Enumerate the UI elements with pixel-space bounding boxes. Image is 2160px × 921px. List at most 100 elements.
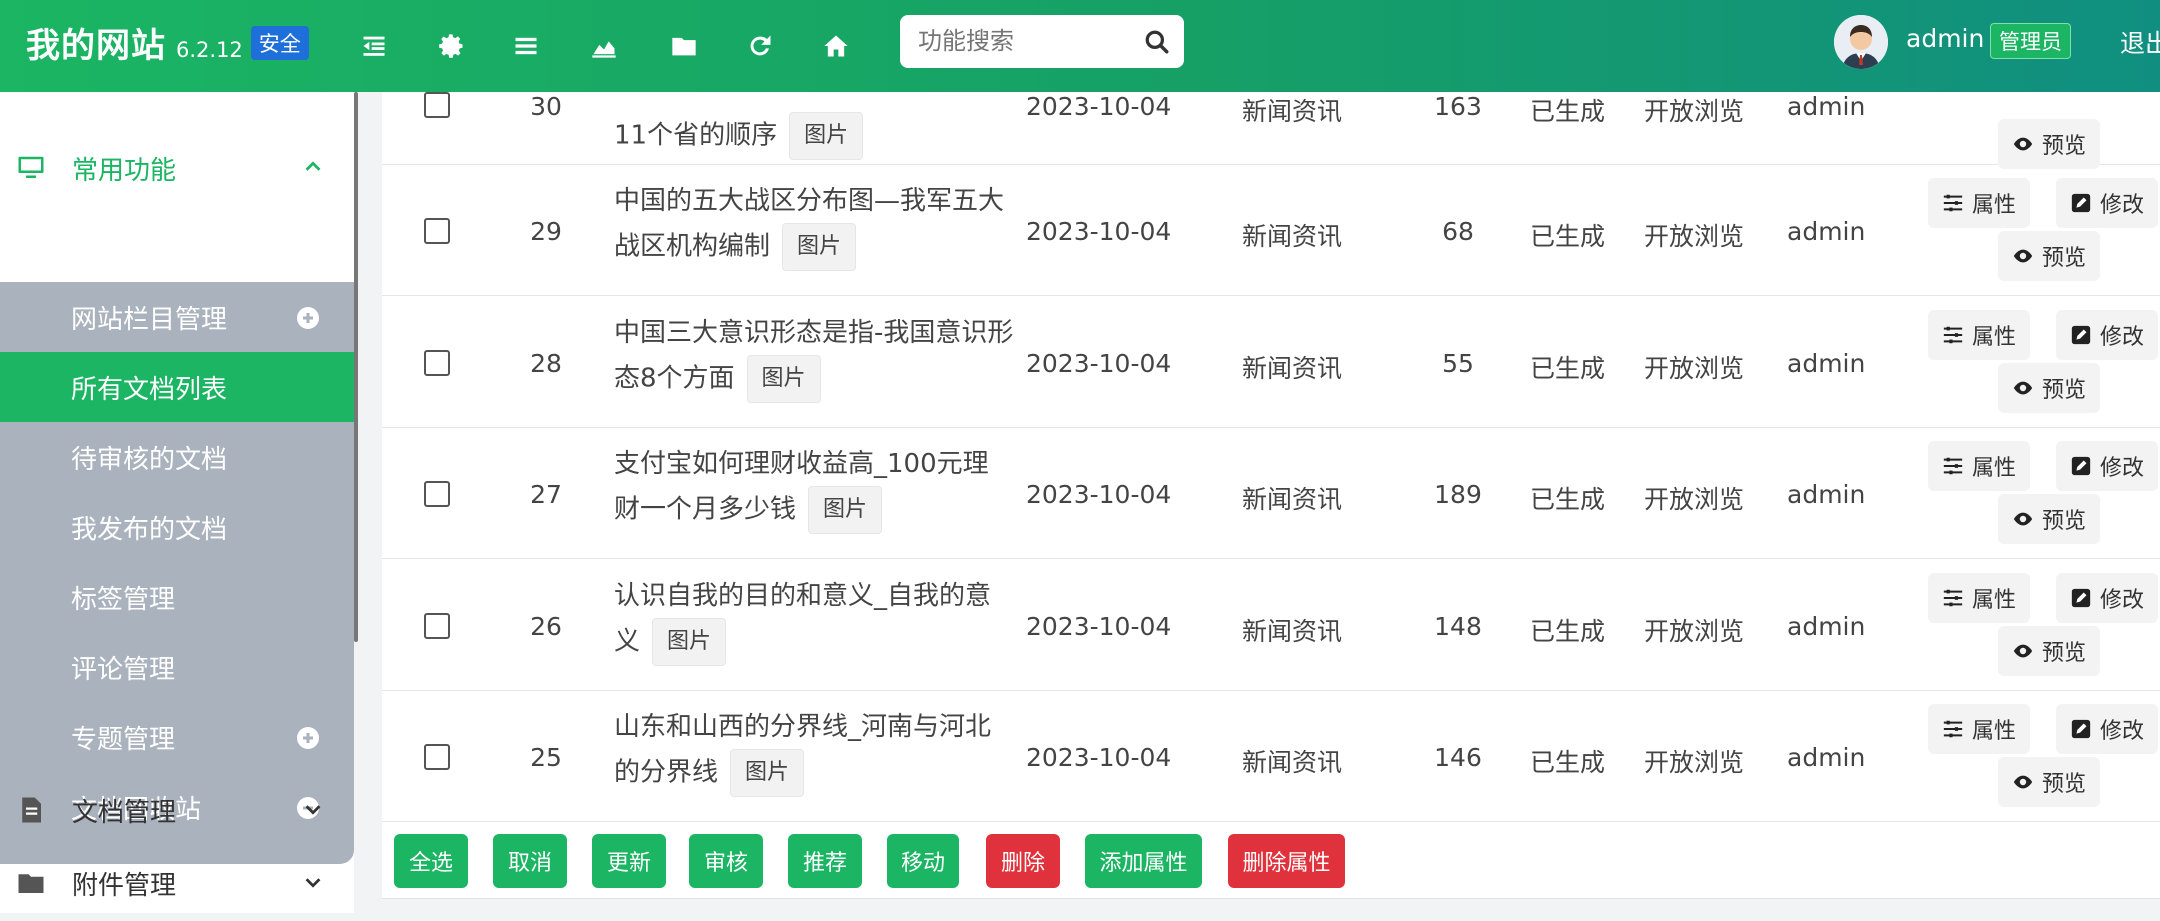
attribute-button[interactable]: 属性 xyxy=(1928,178,2031,228)
edit-button[interactable]: 修改 xyxy=(2056,441,2159,491)
preview-button[interactable]: 预览 xyxy=(1998,494,2101,544)
preview-button[interactable]: 预览 xyxy=(1998,363,2101,413)
row-checkbox[interactable] xyxy=(424,613,450,639)
preview-button[interactable]: 预览 xyxy=(1998,626,2101,676)
doc-category[interactable]: 新闻资讯 xyxy=(1242,349,1342,385)
doc-author: admin xyxy=(1787,612,1866,641)
doc-category[interactable]: 新闻资讯 xyxy=(1242,480,1342,516)
doc-access: 开放浏览 xyxy=(1644,485,1745,514)
plus-circle-icon[interactable] xyxy=(296,726,320,750)
doc-status: 已生成 xyxy=(1530,485,1606,514)
table-row: 29 中国的五大战区分布图—我军五大战区机构编制 图片 2023-10-04 新闻… xyxy=(382,165,2160,296)
select-all-button[interactable]: 全选 xyxy=(394,834,468,888)
preview-button[interactable]: 预览 xyxy=(1998,119,2101,169)
row-checkbox[interactable] xyxy=(424,350,450,376)
sidebar-item-tags[interactable]: 标签管理 xyxy=(0,562,354,632)
update-button[interactable]: 更新 xyxy=(592,834,666,888)
doc-status: 已生成 xyxy=(1530,748,1606,777)
row-checkbox[interactable] xyxy=(424,92,450,118)
doc-access: 开放浏览 xyxy=(1644,97,1745,126)
site-name[interactable]: 我的网站 xyxy=(26,18,166,67)
doc-title[interactable]: 山东和山西的分界线_河南与河北的分界线 图片 xyxy=(614,705,1014,797)
attribute-button[interactable]: 属性 xyxy=(1928,704,2031,754)
sidebar-item-my-docs[interactable]: 我发布的文档 xyxy=(0,492,354,562)
chevron-down-icon xyxy=(305,878,321,888)
edit-button[interactable]: 修改 xyxy=(2056,704,2159,754)
doc-author: admin xyxy=(1787,217,1866,246)
delete-button[interactable]: 删除 xyxy=(986,834,1060,888)
attribute-label: 属性 xyxy=(1972,588,2017,613)
doc-id: 29 xyxy=(530,217,562,246)
sidebar-item-comments[interactable]: 评论管理 xyxy=(0,632,354,702)
document-table: 30 11个省的顺序 图片 2023-10-04 新闻资讯 163 已生成 开放浏… xyxy=(382,92,2160,913)
sliders-icon xyxy=(1943,720,1963,738)
recommend-button[interactable]: 推荐 xyxy=(788,834,862,888)
edit-button[interactable]: 修改 xyxy=(2056,178,2159,228)
move-button[interactable]: 移动 xyxy=(887,834,959,888)
sidebar-group-attachments[interactable]: 附件管理 xyxy=(0,845,354,921)
preview-button[interactable]: 预览 xyxy=(1998,757,2101,807)
sidebar-item-label: 网站栏目管理 xyxy=(71,304,228,335)
doc-status: 已生成 xyxy=(1530,97,1606,126)
doc-title[interactable]: 中国三大意识形态是指-我国意识形态8个方面 图片 xyxy=(614,311,1014,403)
doc-id: 26 xyxy=(530,612,562,641)
attribute-label: 属性 xyxy=(1972,193,2017,218)
sidebar-item-topics[interactable]: 专题管理 xyxy=(0,702,354,772)
doc-access: 开放浏览 xyxy=(1644,222,1745,251)
review-button[interactable]: 审核 xyxy=(689,834,763,888)
sidebar-scrollbar[interactable] xyxy=(354,92,358,642)
add-attribute-button[interactable]: 添加属性 xyxy=(1085,834,1202,888)
attribute-button[interactable]: 属性 xyxy=(1928,573,2031,623)
row-checkbox[interactable] xyxy=(424,481,450,507)
sidebar-group-docs[interactable]: 文档管理 xyxy=(0,772,354,848)
edit-button[interactable]: 修改 xyxy=(2056,573,2159,623)
sidebar-group-common[interactable]: 常用功能 xyxy=(0,130,354,206)
edit-button[interactable]: 修改 xyxy=(2056,310,2159,360)
attribute-label: 属性 xyxy=(1972,456,2017,481)
row-checkbox[interactable] xyxy=(424,218,450,244)
eye-icon xyxy=(2013,381,2033,395)
attribute-button[interactable]: 属性 xyxy=(1928,310,2031,360)
preview-button[interactable]: 预览 xyxy=(1998,231,2101,281)
plus-circle-icon[interactable] xyxy=(296,306,320,330)
sidebar: 常用功能 网站栏目管理 所有文档列表 待审核的文档 我发布的文档 标签管理 评论… xyxy=(0,92,354,913)
sidebar-item-label: 我发布的文档 xyxy=(71,514,228,545)
sidebar-item-all-docs[interactable]: 所有文档列表 xyxy=(0,352,354,422)
attribute-button[interactable]: 属性 xyxy=(1928,441,2031,491)
row-checkbox[interactable] xyxy=(424,744,450,770)
doc-date: 2023-10-04 xyxy=(1026,92,1172,121)
preview-label: 预览 xyxy=(2042,772,2087,797)
doc-title[interactable]: 认识自我的目的和意义_自我的意义 图片 xyxy=(614,574,1014,666)
table-row: 30 11个省的顺序 图片 2023-10-04 新闻资讯 163 已生成 开放浏… xyxy=(382,34,2160,169)
doc-access: 开放浏览 xyxy=(1644,354,1745,383)
cancel-button[interactable]: 取消 xyxy=(493,834,567,888)
doc-date: 2023-10-04 xyxy=(1026,217,1172,246)
sidebar-item-label: 标签管理 xyxy=(71,584,176,615)
doc-clicks: 146 xyxy=(1434,743,1482,772)
doc-title[interactable]: 中国的五大战区分布图—我军五大战区机构编制 图片 xyxy=(614,179,1014,271)
remove-attribute-button[interactable]: 删除属性 xyxy=(1228,834,1345,888)
doc-category[interactable]: 新闻资讯 xyxy=(1242,217,1342,253)
table-row: 28 中国三大意识形态是指-我国意识形态8个方面 图片 2023-10-04 新闻… xyxy=(382,297,2160,428)
sliders-icon xyxy=(1943,589,1963,607)
edit-icon xyxy=(2071,193,2091,213)
doc-category[interactable]: 新闻资讯 xyxy=(1242,92,1342,128)
doc-id: 28 xyxy=(530,349,562,378)
doc-title-text[interactable]: 支付宝如何理财收益高_100元理财一个月多少钱 xyxy=(614,449,989,525)
doc-title[interactable]: 11个省的顺序 图片 xyxy=(614,112,1014,160)
sidebar-item-pending-docs[interactable]: 待审核的文档 xyxy=(0,422,354,492)
doc-title[interactable]: 支付宝如何理财收益高_100元理财一个月多少钱 图片 xyxy=(614,442,1014,534)
table-row: 25 山东和山西的分界线_河南与河北的分界线 图片 2023-10-04 新闻资讯… xyxy=(382,691,2160,822)
sidebar-group-label: 常用功能 xyxy=(72,155,177,186)
doc-status: 已生成 xyxy=(1530,354,1606,383)
doc-date: 2023-10-04 xyxy=(1026,349,1172,378)
doc-category[interactable]: 新闻资讯 xyxy=(1242,743,1342,779)
doc-clicks: 68 xyxy=(1442,217,1474,246)
pagination-area xyxy=(382,898,2160,913)
doc-title-text[interactable]: 11个省的顺序 xyxy=(614,121,777,151)
brand[interactable]: 我的网站 6.2.12 安全 xyxy=(26,18,309,67)
doc-category[interactable]: 新闻资讯 xyxy=(1242,612,1342,648)
doc-access: 开放浏览 xyxy=(1644,748,1745,777)
doc-date: 2023-10-04 xyxy=(1026,743,1172,772)
sidebar-item-column-manage[interactable]: 网站栏目管理 xyxy=(0,282,354,352)
